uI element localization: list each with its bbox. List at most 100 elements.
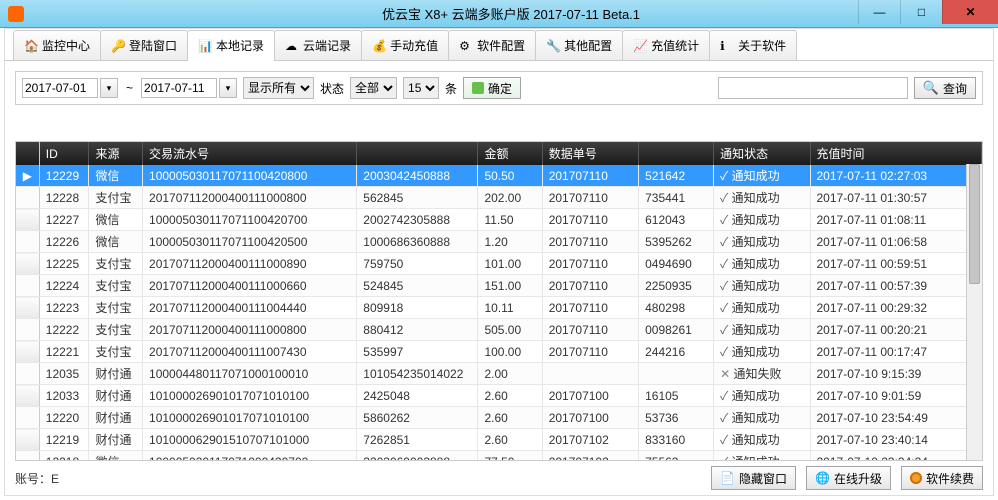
search-button[interactable]: 🔍查询 [914,77,976,99]
tab-7[interactable]: 📈 充值统计 [622,30,710,60]
stats-icon: 📈 [633,39,647,53]
table-row[interactable]: 12226微信100005030117071100420500100068636… [16,231,982,253]
cell-src: 支付宝 [89,341,143,363]
cell-flow: 201707112000400111000890 [143,253,357,275]
cell-time: 2017-07-10 23:54:49 [810,407,982,429]
cell-status: 通知成功 [714,209,810,231]
gear-icon: ⚙ [459,39,473,53]
vertical-scrollbar[interactable] [966,164,982,460]
table-row[interactable]: 12219财付通10100006290151070710100072628512… [16,429,982,451]
col-header[interactable]: 交易流水号 [143,142,357,165]
hide-window-button[interactable]: 📄隐藏窗口 [711,466,796,490]
col-header[interactable]: ID [39,142,89,165]
table-row[interactable]: 12223支付宝20170711200040011100444080991810… [16,297,982,319]
search-input[interactable] [718,77,908,99]
date-to[interactable]: ▾ [141,78,237,98]
table-row[interactable]: 12220财付通10100002690101707101010058602622… [16,407,982,429]
table-row[interactable]: 12035财付通10000448011707100010001010105423… [16,363,982,385]
row-indicator [16,297,39,319]
date-from-drop-icon[interactable]: ▾ [100,78,118,98]
col-header[interactable]: 数据单号 [542,142,638,165]
search-icon: 🔍 [923,80,939,96]
cell-amt: 2.00 [478,363,542,385]
date-from[interactable]: ▾ [22,78,118,98]
col-header[interactable] [357,142,478,165]
cell-order: 201707110 [542,297,638,319]
cell-id: 12219 [39,429,89,451]
col-header[interactable]: 通知状态 [714,142,810,165]
cell-o2: 244216 [639,341,714,363]
table-row[interactable]: 12221支付宝20170711200040011100743053599710… [16,341,982,363]
cell-order: 201707102 [542,429,638,451]
tab-4[interactable]: 💰手动充值 [361,30,449,60]
row-indicator [16,341,39,363]
cell-o2: 735441 [639,187,714,209]
date-to-input[interactable] [141,78,217,98]
cell-status: 通知成功 [714,275,810,297]
table-row[interactable]: 12225支付宝20170711200040011100089075975010… [16,253,982,275]
cell-id: 12228 [39,187,89,209]
online-upgrade-button[interactable]: 🌐在线升级 [806,466,891,490]
cell-order: 201707110 [542,209,638,231]
perpage-select[interactable]: 15 [403,77,439,99]
col-header[interactable]: 来源 [89,142,143,165]
table-row[interactable]: 12224支付宝20170711200040011100066052484515… [16,275,982,297]
cell-status: 通知成功 [714,187,810,209]
maximize-button[interactable]: □ [900,0,942,24]
cell-src: 支付宝 [89,187,143,209]
tab-0[interactable]: 🏠监控中心 [13,30,101,60]
minimize-button[interactable]: — [858,0,900,24]
cell-flow: 100005030117071100420800 [143,165,357,187]
scrollbar-thumb[interactable] [969,164,980,284]
cell-flow: 101000026901017071010100 [143,385,357,407]
cell-f2: 2425048 [357,385,478,407]
tab-label: 关于软件 [738,37,786,54]
date-from-input[interactable] [22,78,98,98]
show-mode-select[interactable]: 显示所有 [243,77,314,99]
row-indicator [16,231,39,253]
tab-1[interactable]: 🔑登陆窗口 [100,30,188,60]
cell-src: 微信 [89,209,143,231]
cell-flow: 101000062901510707101000 [143,429,357,451]
cell-time: 2017-07-10 9:01:59 [810,385,982,407]
cell-id: 12218 [39,451,89,462]
cell-status: 通知成功 [714,165,810,187]
table-row[interactable]: 12228支付宝20170711200040011100080056284520… [16,187,982,209]
wrench-icon: 🔧 [546,39,560,53]
cell-flow: 201707112000400111000800 [143,319,357,341]
cell-o2: 612043 [639,209,714,231]
cell-order: 201707102 [542,451,638,462]
table-row[interactable]: ▶12229微信10000503011707110042080020030424… [16,165,982,187]
filter-bar: ▾ ~ ▾ 显示所有 状态 全部 15 条 确定 🔍查询 [15,71,983,105]
row-indicator [16,319,39,341]
table-row[interactable]: 12222支付宝20170711200040011100080088041250… [16,319,982,341]
renew-button[interactable]: 软件续费 [901,466,983,490]
confirm-button[interactable]: 确定 [463,77,521,99]
table-row[interactable]: 12033财付通10100002690101707101010024250482… [16,385,982,407]
tab-6[interactable]: 🔧其他配置 [535,30,623,60]
tab-label: 充值统计 [651,37,699,54]
tab-3[interactable]: ☁云端记录 [274,30,362,60]
cell-flow: 100005030117071100420500 [143,231,357,253]
state-select[interactable]: 全部 [350,77,397,99]
tab-8[interactable]: ℹ关于软件 [709,30,797,60]
col-header[interactable]: 金额 [478,142,542,165]
cell-flow: 201707112000400111004440 [143,297,357,319]
hide-icon: 📄 [720,471,735,485]
table-row[interactable]: 12218微信100005030117071000420700320306900… [16,451,982,462]
renew-icon [910,472,922,484]
close-button[interactable]: ✕ [942,0,998,24]
col-header[interactable]: 充值时间 [810,142,982,165]
records-table-wrap: ID来源交易流水号 金额数据单号 通知状态充值时间 ▶12229微信10000503… [15,141,983,461]
tab-5[interactable]: ⚙ 软件配置 [448,30,536,60]
cell-f2: 2002742305888 [357,209,478,231]
date-to-drop-icon[interactable]: ▾ [219,78,237,98]
cell-src: 财付通 [89,429,143,451]
cell-flow: 100004480117071000100010 [143,363,357,385]
col-header[interactable] [639,142,714,165]
tab-label: 软件配置 [477,37,525,54]
table-row[interactable]: 12227微信100005030117071100420700200274230… [16,209,982,231]
cell-o2: 53736 [639,407,714,429]
tab-2[interactable]: 📊本地记录 [187,30,275,60]
cell-o2: 480298 [639,297,714,319]
